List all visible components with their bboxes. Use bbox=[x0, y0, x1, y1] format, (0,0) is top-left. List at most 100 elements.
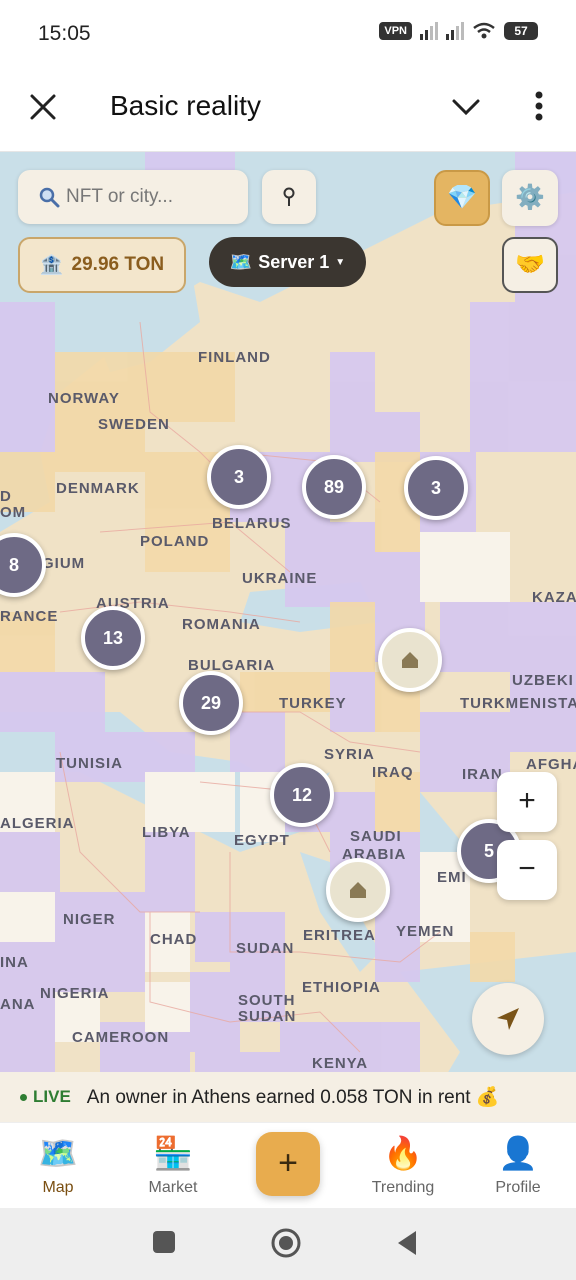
search-box[interactable] bbox=[18, 170, 248, 224]
add-button[interactable]: + bbox=[256, 1132, 320, 1196]
vpn-icon: VPN bbox=[379, 22, 412, 40]
zoom-in-button[interactable]: + bbox=[497, 772, 557, 832]
signal-icon-2 bbox=[446, 22, 464, 40]
country-label: CAMEROON bbox=[72, 1029, 170, 1046]
country-label: SUDAN bbox=[238, 1008, 297, 1025]
chevron-down-icon bbox=[452, 99, 480, 116]
country-label: ETHIOPIA bbox=[302, 979, 381, 996]
country-label: YEMEN bbox=[396, 923, 455, 940]
user-icon: 👤 bbox=[498, 1135, 538, 1171]
country-label: SOUTH bbox=[238, 992, 296, 1009]
signal-icon bbox=[420, 22, 438, 40]
country-label: NIGER bbox=[63, 911, 116, 928]
nav-label: Profile bbox=[495, 1179, 541, 1196]
caret-down-icon: ▼ bbox=[335, 256, 346, 268]
country-label: CHAD bbox=[150, 931, 198, 948]
map-cluster[interactable]: 89 bbox=[302, 455, 366, 519]
country-label: LIBYA bbox=[142, 824, 191, 841]
home-icon[interactable] bbox=[270, 1227, 302, 1259]
zoom-out-button[interactable]: − bbox=[497, 840, 557, 900]
app-bar: Basic reality bbox=[0, 66, 576, 152]
nav-label: Market bbox=[148, 1179, 198, 1196]
map-cluster[interactable]: 29 bbox=[179, 671, 243, 735]
status-icons: VPN 57 bbox=[379, 22, 538, 40]
map-view[interactable]: FINLAND NORWAY SWEDEN DENMARK BELARUS PO… bbox=[0, 152, 576, 1120]
country-label: NORWAY bbox=[48, 390, 120, 407]
search-input[interactable] bbox=[66, 186, 236, 208]
status-time: 15:05 bbox=[38, 22, 91, 45]
map-cluster[interactable]: 3 bbox=[207, 445, 271, 509]
country-label: DENMARK bbox=[56, 480, 140, 497]
country-label: KAZA bbox=[532, 589, 576, 606]
property-marker[interactable] bbox=[378, 628, 442, 692]
country-label: ROMANIA bbox=[182, 616, 261, 633]
back-icon[interactable] bbox=[396, 1230, 418, 1256]
live-label: LIVE bbox=[33, 1087, 71, 1106]
country-label: ERITREA bbox=[303, 927, 376, 944]
gear-icon: ⚙️ bbox=[515, 184, 545, 211]
country-label: IRAQ bbox=[372, 764, 414, 781]
handshake-icon: 🤝 bbox=[515, 251, 545, 278]
deals-button[interactable]: 🤝 bbox=[502, 237, 558, 293]
country-label: D bbox=[0, 488, 12, 505]
live-badge: LIVE bbox=[20, 1087, 71, 1107]
country-label: GIUM bbox=[42, 555, 86, 572]
country-label: SAUDI bbox=[350, 828, 402, 845]
app-screen: 15:05 VPN 57 Basic reality FINLAND NORWA… bbox=[0, 0, 576, 1280]
country-label: KENYA bbox=[312, 1055, 369, 1072]
server-label: Server 1 bbox=[258, 251, 330, 272]
house-icon bbox=[402, 652, 418, 668]
country-label: UKRAINE bbox=[242, 570, 318, 587]
country-label: POLAND bbox=[140, 533, 210, 550]
more-button[interactable] bbox=[522, 86, 556, 126]
country-label: EMI bbox=[437, 869, 467, 886]
nav-label: Trending bbox=[371, 1179, 435, 1196]
app-title: Basic reality bbox=[110, 90, 261, 121]
map-cluster[interactable]: 3 bbox=[404, 456, 468, 520]
country-label: BELARUS bbox=[212, 515, 292, 532]
premium-button[interactable]: 💎 bbox=[434, 170, 490, 226]
country-label: RANCE bbox=[0, 608, 59, 625]
system-nav-bar bbox=[0, 1208, 576, 1280]
map-icon: 🗺️ bbox=[229, 251, 253, 272]
country-label: UZBEKI bbox=[512, 672, 574, 689]
settings-button[interactable]: ⚙️ bbox=[502, 170, 558, 226]
status-bar: 15:05 VPN 57 bbox=[0, 0, 576, 66]
property-marker[interactable] bbox=[326, 858, 390, 922]
navigation-arrow-icon bbox=[497, 1008, 519, 1030]
map-icon: 🗺️ bbox=[38, 1135, 78, 1171]
country-label: SYRIA bbox=[324, 746, 375, 763]
country-label: TURKMENISTA bbox=[460, 695, 576, 712]
nav-profile[interactable]: 👤 Profile bbox=[468, 1123, 568, 1209]
close-button[interactable] bbox=[22, 86, 64, 128]
close-icon bbox=[30, 94, 56, 120]
country-label: INA bbox=[0, 954, 29, 971]
country-label: SWEDEN bbox=[98, 416, 170, 433]
fire-icon: 🔥 bbox=[383, 1135, 423, 1171]
country-label: EGYPT bbox=[234, 832, 290, 849]
server-selector[interactable]: 🗺️ Server 1 ▼ bbox=[209, 237, 366, 287]
nav-map[interactable]: 🗺️ Map bbox=[8, 1123, 108, 1209]
search-icon bbox=[39, 187, 60, 208]
house-icon bbox=[350, 882, 366, 898]
country-label: FINLAND bbox=[198, 349, 271, 366]
country-label: NIGERIA bbox=[40, 985, 110, 1002]
country-label: ANA bbox=[0, 996, 36, 1013]
nav-market[interactable]: 🏪 Market bbox=[123, 1123, 223, 1209]
locate-button[interactable] bbox=[472, 983, 544, 1055]
pin-button[interactable] bbox=[262, 170, 316, 224]
country-label: TURKEY bbox=[279, 695, 347, 712]
recents-icon[interactable] bbox=[152, 1230, 176, 1254]
nav-trending[interactable]: 🔥 Trending bbox=[353, 1123, 453, 1209]
country-label: OM bbox=[0, 504, 27, 521]
map-cluster[interactable]: 13 bbox=[81, 606, 145, 670]
map-cluster[interactable]: 12 bbox=[270, 763, 334, 827]
store-icon: 🏪 bbox=[153, 1135, 193, 1171]
collapse-button[interactable] bbox=[446, 86, 486, 126]
country-label: SUDAN bbox=[236, 940, 295, 957]
live-ticker: LIVE An owner in Athens earned 0.058 TON… bbox=[0, 1072, 576, 1122]
gem-icon: 💎 bbox=[447, 184, 477, 211]
ticker-message: An owner in Athens earned 0.058 TON in r… bbox=[86, 1087, 500, 1108]
balance-button[interactable]: 🏦 29.96 TON bbox=[18, 237, 186, 293]
bank-icon: 🏦 bbox=[39, 255, 64, 276]
